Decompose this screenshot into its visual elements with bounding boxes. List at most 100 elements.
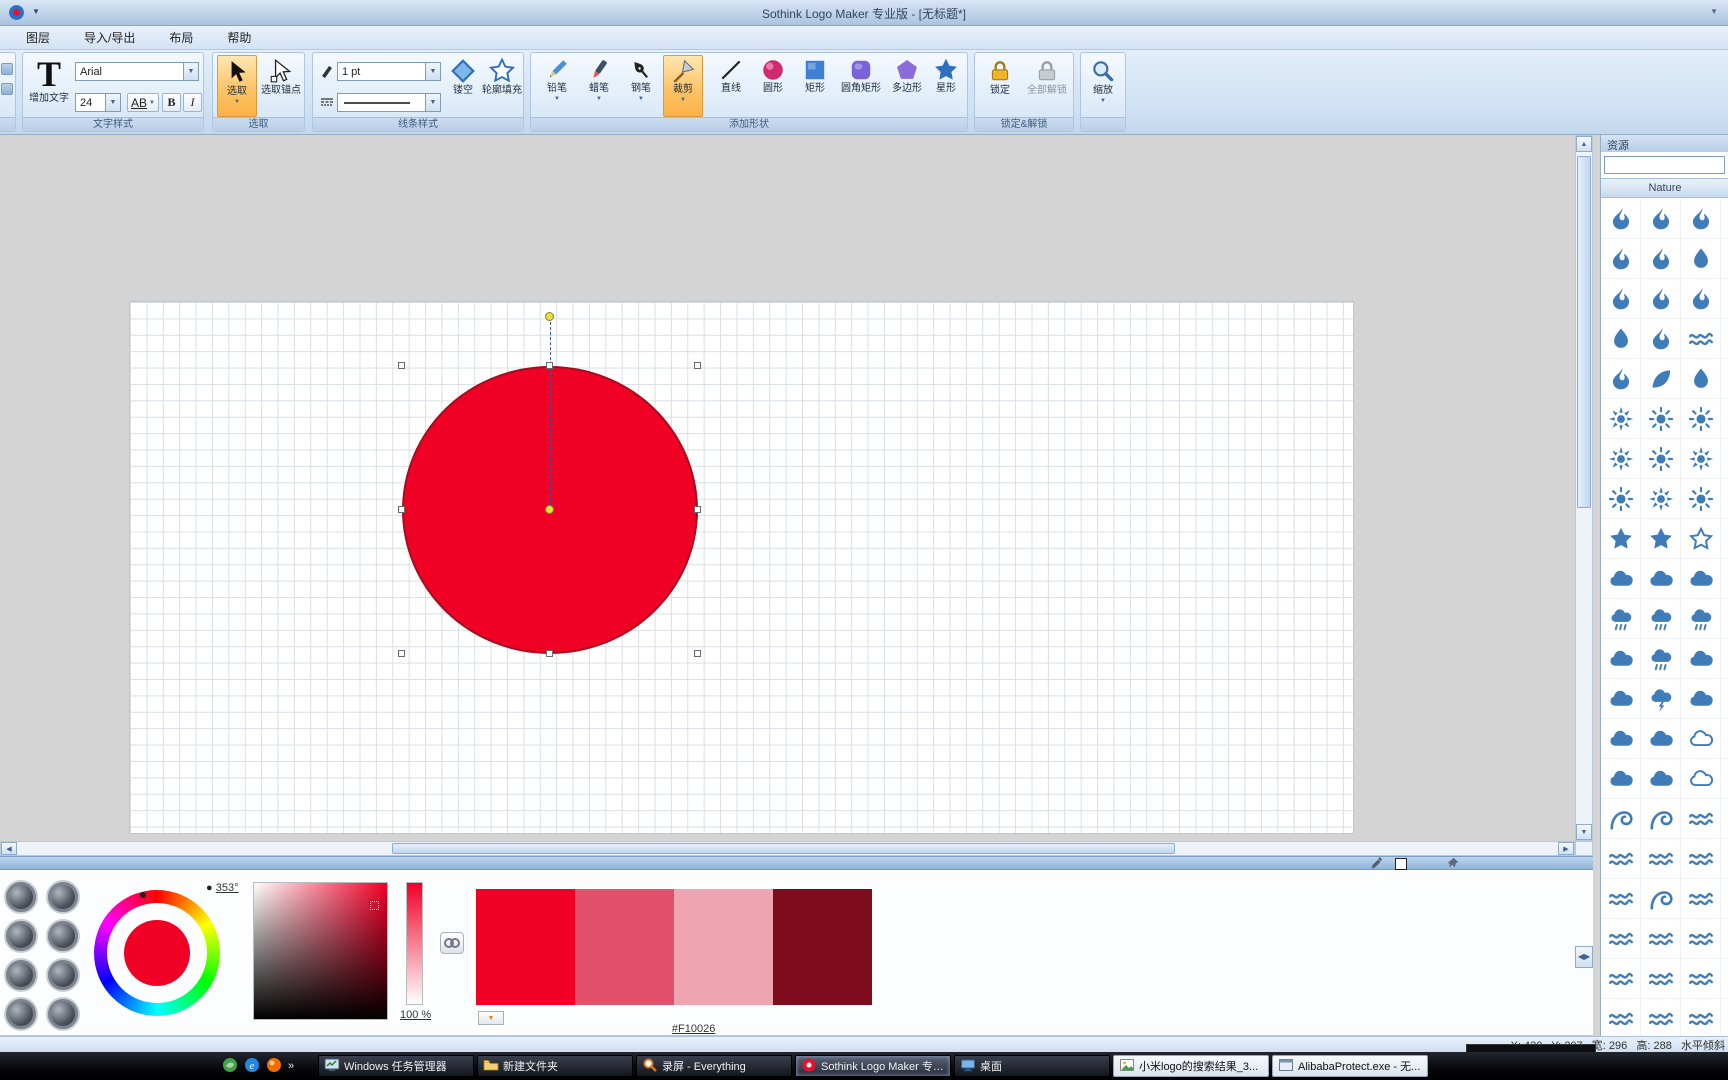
selection-handle-nw[interactable] — [398, 362, 405, 369]
style-preset-thumbnail[interactable] — [46, 997, 80, 1031]
unlock-all-button[interactable]: 全部解锁 — [1023, 55, 1071, 117]
bold-button[interactable]: B — [162, 93, 181, 112]
chevron-down-icon[interactable]: ▼ — [425, 94, 440, 111]
swatch-2[interactable] — [575, 889, 674, 1005]
resource-item-wave[interactable] — [1681, 319, 1721, 359]
resource-item-cloud[interactable] — [1721, 719, 1728, 759]
font-size-select[interactable]: 24 ▼ — [75, 93, 121, 112]
style-preset-thumbnail[interactable] — [46, 958, 80, 992]
taskbar-button-desktop[interactable]: 桌面 — [954, 1055, 1110, 1077]
hollow-tool[interactable]: 镂空 — [445, 55, 481, 117]
selection-handle-s[interactable] — [546, 650, 553, 657]
rectangle-tool[interactable]: 矩形 — [795, 55, 835, 117]
resource-item-wave[interactable] — [1601, 919, 1641, 959]
link-colors-button[interactable] — [440, 932, 464, 954]
chevron-down-icon[interactable]: ▼ — [1084, 97, 1122, 105]
resource-item-cloud[interactable] — [1601, 759, 1641, 799]
chevron-down-icon[interactable]: ▼ — [621, 95, 661, 103]
resource-item-flame[interactable] — [1721, 279, 1728, 319]
line-tool[interactable]: 直线 — [711, 55, 751, 117]
add-text-button[interactable]: T 增加文字 — [27, 55, 71, 117]
swatch-4[interactable] — [773, 889, 872, 1005]
resource-item-wave[interactable] — [1681, 879, 1721, 919]
taskbar-button-picture[interactable]: 小米logo的搜索结果_3... — [1113, 1055, 1269, 1077]
menu-item-布局[interactable]: 布局 — [157, 26, 205, 49]
style-preset-thumbnail[interactable] — [4, 919, 38, 953]
ellipse-tool[interactable]: 圆形 — [753, 55, 793, 117]
style-preset-thumbnail[interactable] — [4, 997, 38, 1031]
canvas-page[interactable] — [129, 301, 1354, 834]
style-preset-thumbnail[interactable] — [4, 958, 38, 992]
font-select[interactable]: Arial ▼ — [75, 62, 199, 81]
resource-item-sun[interactable] — [1641, 399, 1681, 439]
crayon-tool[interactable]: 蜡笔 ▼ — [579, 55, 619, 117]
resource-item-flame[interactable] — [1681, 279, 1721, 319]
taskbar-button-sothink[interactable]: Sothink Logo Maker 专业... — [795, 1055, 951, 1077]
resource-item-cloud[interactable] — [1681, 679, 1721, 719]
scroll-right-icon[interactable]: ▶ — [1558, 842, 1574, 855]
resource-item-wave[interactable] — [1601, 879, 1641, 919]
ball-icon[interactable] — [266, 1057, 282, 1076]
resource-item-flame[interactable] — [1721, 359, 1728, 399]
resource-item-swirl[interactable] — [1641, 799, 1681, 839]
resource-item-star[interactable] — [1721, 519, 1728, 559]
resource-item-drop[interactable] — [1681, 359, 1721, 399]
select-tool[interactable]: 选取 ▼ — [217, 55, 257, 117]
titlebar-menu-icon[interactable]: ▼ — [1710, 7, 1718, 16]
resource-search-input[interactable] — [1604, 156, 1725, 174]
value-slider[interactable] — [406, 882, 423, 1005]
resource-item-star_o[interactable] — [1681, 519, 1721, 559]
resource-item-wave[interactable] — [1601, 839, 1641, 879]
chevron-down-icon[interactable]: ▼ — [105, 94, 120, 111]
style-preset-thumbnail[interactable] — [4, 880, 38, 914]
style-preset-thumbnail[interactable] — [46, 919, 80, 953]
taskbar-button-everything[interactable]: 录屏 - Everything — [636, 1055, 792, 1077]
resource-item-wave[interactable] — [1721, 919, 1728, 959]
swatch-1[interactable] — [476, 889, 575, 1005]
resource-item-star[interactable] — [1601, 519, 1641, 559]
resource-item-cloud[interactable] — [1601, 719, 1641, 759]
resource-item-sunburst[interactable] — [1601, 399, 1641, 439]
resource-item-cloud[interactable] — [1681, 639, 1721, 679]
resource-item-cloud[interactable] — [1601, 639, 1641, 679]
chevron-down-icon[interactable]: ▼ — [537, 95, 577, 103]
selection-handle-ne[interactable] — [694, 362, 701, 369]
resource-item-wave[interactable] — [1681, 959, 1721, 999]
case-button[interactable]: AB▼ — [127, 93, 159, 112]
resource-item-flame[interactable] — [1601, 199, 1641, 239]
resource-item-wave[interactable] — [1681, 999, 1721, 1036]
rotation-handle[interactable] — [545, 312, 554, 321]
resource-item-cloud[interactable] — [1641, 759, 1681, 799]
sv-marker[interactable] — [370, 901, 379, 910]
chevron-icon[interactable]: » — [288, 1060, 294, 1072]
resource-item-sun[interactable] — [1681, 479, 1721, 519]
resource-item-leaf[interactable] — [1641, 359, 1681, 399]
select-anchor-tool[interactable]: 选取锚点 — [259, 55, 303, 117]
canvas-workarea[interactable] — [0, 135, 1575, 841]
polygon-tool[interactable]: 多边形 — [887, 55, 927, 117]
resource-item-sunburst[interactable] — [1721, 399, 1728, 439]
center-handle[interactable] — [545, 505, 554, 514]
resource-item-flame[interactable] — [1601, 239, 1641, 279]
selection-handle-w[interactable] — [398, 506, 405, 513]
resource-item-sun[interactable] — [1721, 479, 1728, 519]
selection-handle-se[interactable] — [694, 650, 701, 657]
resource-item-flame[interactable] — [1641, 319, 1681, 359]
horizontal-scroll-thumb[interactable] — [392, 843, 1175, 854]
hex-value[interactable]: #F10026 — [672, 1023, 715, 1035]
style-preset-thumbnail[interactable] — [46, 880, 80, 914]
resource-item-cloud_rain[interactable] — [1681, 599, 1721, 639]
resource-item-swirl[interactable] — [1721, 799, 1728, 839]
resource-item-flame[interactable] — [1641, 199, 1681, 239]
resource-item-cloud_rain[interactable] — [1601, 599, 1641, 639]
color-wheel[interactable] — [94, 890, 220, 1016]
selection-handle-n[interactable] — [546, 362, 553, 369]
hue-value[interactable]: 353° — [216, 882, 239, 894]
resource-item-flame[interactable] — [1601, 279, 1641, 319]
chevron-down-icon[interactable]: ▼ — [183, 63, 198, 80]
resource-item-sun[interactable] — [1601, 479, 1641, 519]
clipped-icon[interactable] — [1, 83, 13, 95]
resource-item-flame[interactable] — [1641, 239, 1681, 279]
resource-item-sunburst[interactable] — [1681, 439, 1721, 479]
saturation-value-square[interactable] — [253, 882, 388, 1020]
